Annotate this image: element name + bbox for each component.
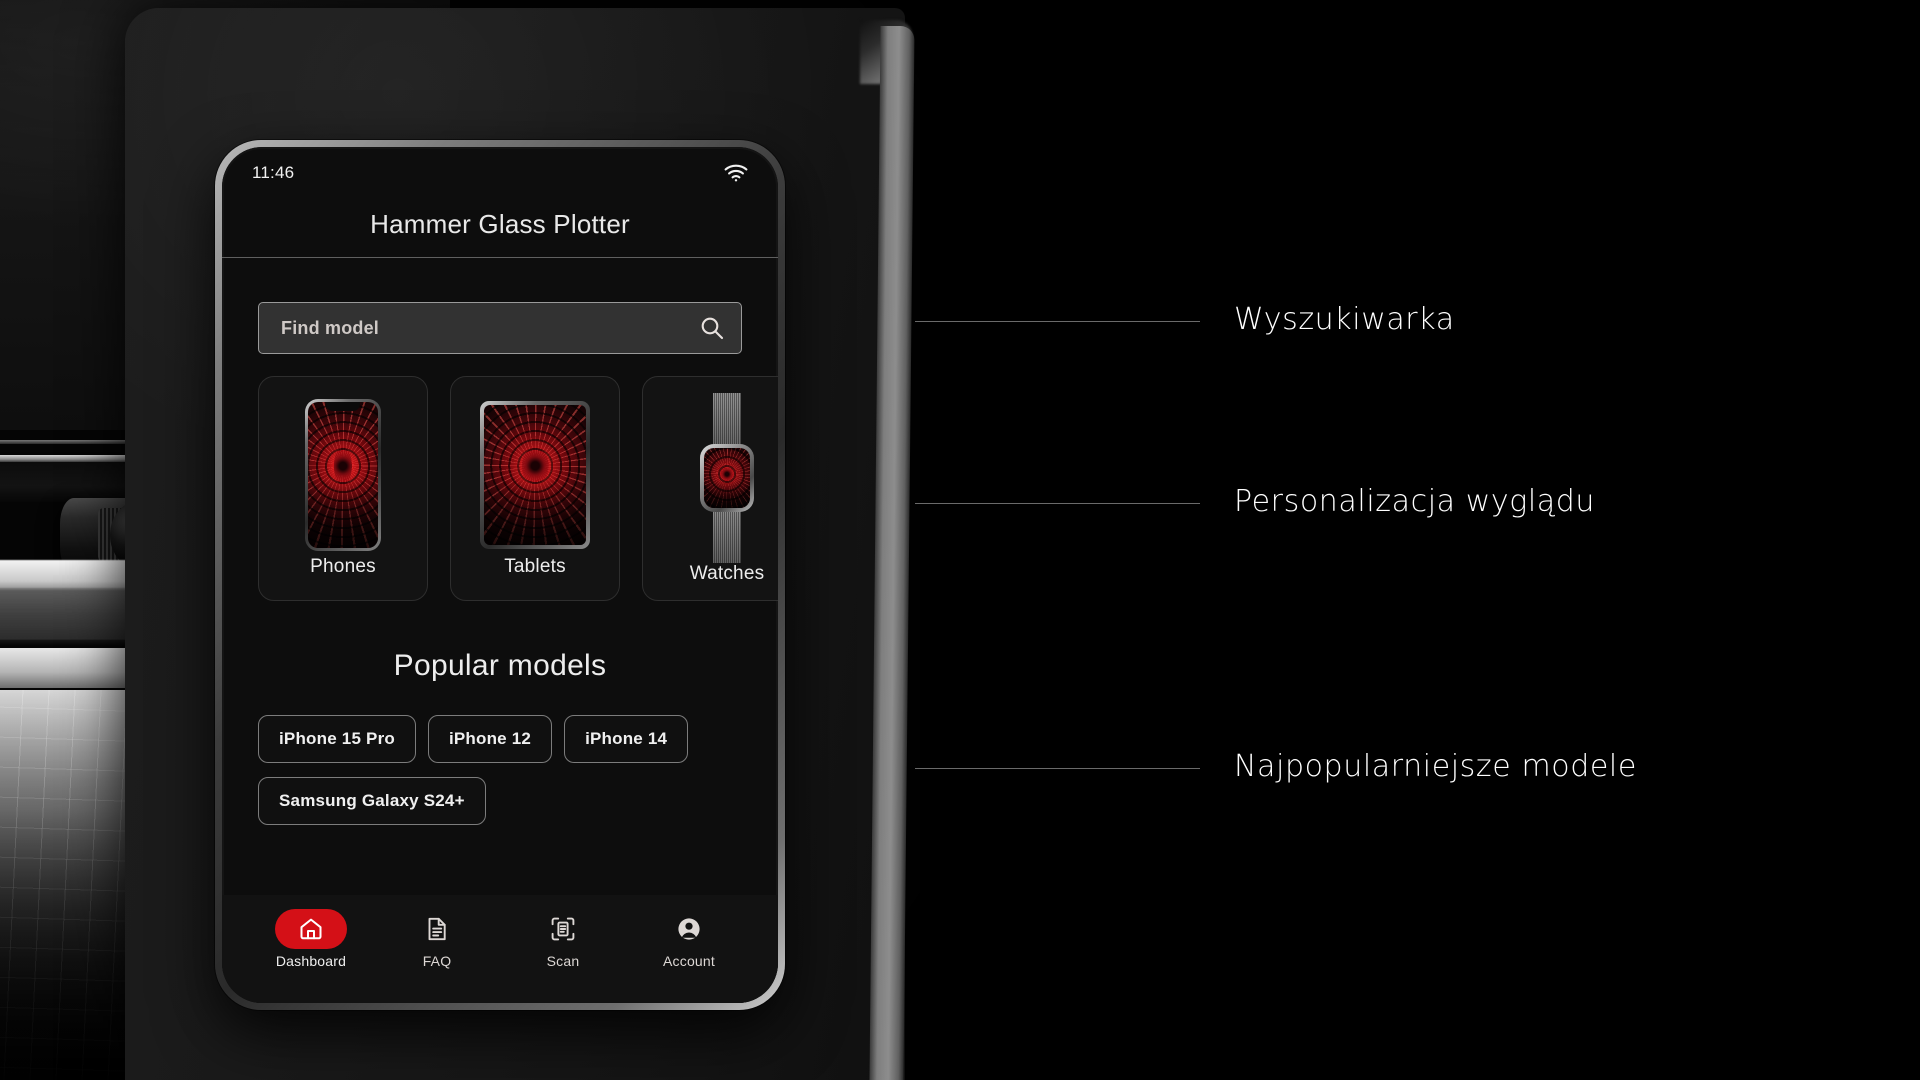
screenshot-root: 11:46 Hammer Glass Plotter Find model Ph…: [0, 0, 1920, 1080]
wifi-icon: [724, 164, 748, 182]
category-card-tablets[interactable]: Tablets: [450, 376, 620, 601]
model-chip[interactable]: iPhone 12: [427, 715, 553, 763]
annotation-leader-line: [915, 320, 1200, 322]
tablet-mockup: [451, 393, 619, 556]
nav-label: Scan: [546, 953, 580, 969]
model-chip[interactable]: iPhone 14: [564, 715, 689, 763]
app-header: Hammer Glass Plotter: [222, 191, 778, 258]
nav-label: FAQ: [422, 953, 452, 969]
category-card-watches[interactable]: Watches: [642, 376, 778, 601]
person-icon: [653, 909, 725, 949]
category-carousel[interactable]: Phones Tablets Watches: [222, 354, 778, 601]
popular-models-list: iPhone 15 Pro iPhone 12 iPhone 14 Samsun…: [222, 683, 778, 825]
nav-item-scan[interactable]: Scan: [500, 909, 626, 969]
category-label: Phones: [310, 556, 376, 577]
category-card-phones[interactable]: Phones: [258, 376, 428, 601]
search-input[interactable]: Find model: [258, 302, 742, 354]
nav-item-faq[interactable]: FAQ: [374, 909, 500, 969]
phone-mockup: [259, 393, 427, 556]
annotation-label: Najpopularniejsze modele: [1234, 748, 1637, 784]
category-label: Tablets: [504, 556, 566, 577]
document-icon: [401, 909, 473, 949]
bottom-navigation: Dashboard FAQ Scan Account: [222, 895, 778, 1003]
nav-item-account[interactable]: Account: [626, 909, 752, 969]
scan-icon: [527, 909, 599, 949]
model-chip[interactable]: iPhone 15 Pro: [258, 715, 416, 763]
search-placeholder: Find model: [281, 317, 379, 338]
status-bar: 11:46: [222, 147, 778, 191]
phone-device-frame: 11:46 Hammer Glass Plotter Find model Ph…: [215, 140, 785, 1010]
category-label: Watches: [689, 563, 765, 584]
home-icon: [275, 909, 347, 949]
annotation-leader-line: [915, 767, 1200, 769]
annotation-label: Wyszukiwarka: [1234, 301, 1455, 337]
search-section: Find model: [222, 258, 778, 354]
phone-screen: 11:46 Hammer Glass Plotter Find model Ph…: [222, 147, 778, 1003]
nav-label: Dashboard: [275, 953, 347, 969]
status-bar-time: 11:46: [252, 163, 295, 182]
annotation-label: Personalizacja wyglądu: [1234, 483, 1596, 519]
search-icon[interactable]: [699, 315, 725, 341]
page-title: Hammer Glass Plotter: [370, 208, 630, 239]
model-chip[interactable]: Samsung Galaxy S24+: [258, 777, 486, 825]
annotation-leader-line: [915, 502, 1200, 504]
nav-item-dashboard[interactable]: Dashboard: [248, 909, 374, 969]
popular-models-title: Popular models: [393, 649, 607, 682]
watch-mockup: [643, 393, 778, 563]
nav-label: Account: [663, 953, 715, 969]
